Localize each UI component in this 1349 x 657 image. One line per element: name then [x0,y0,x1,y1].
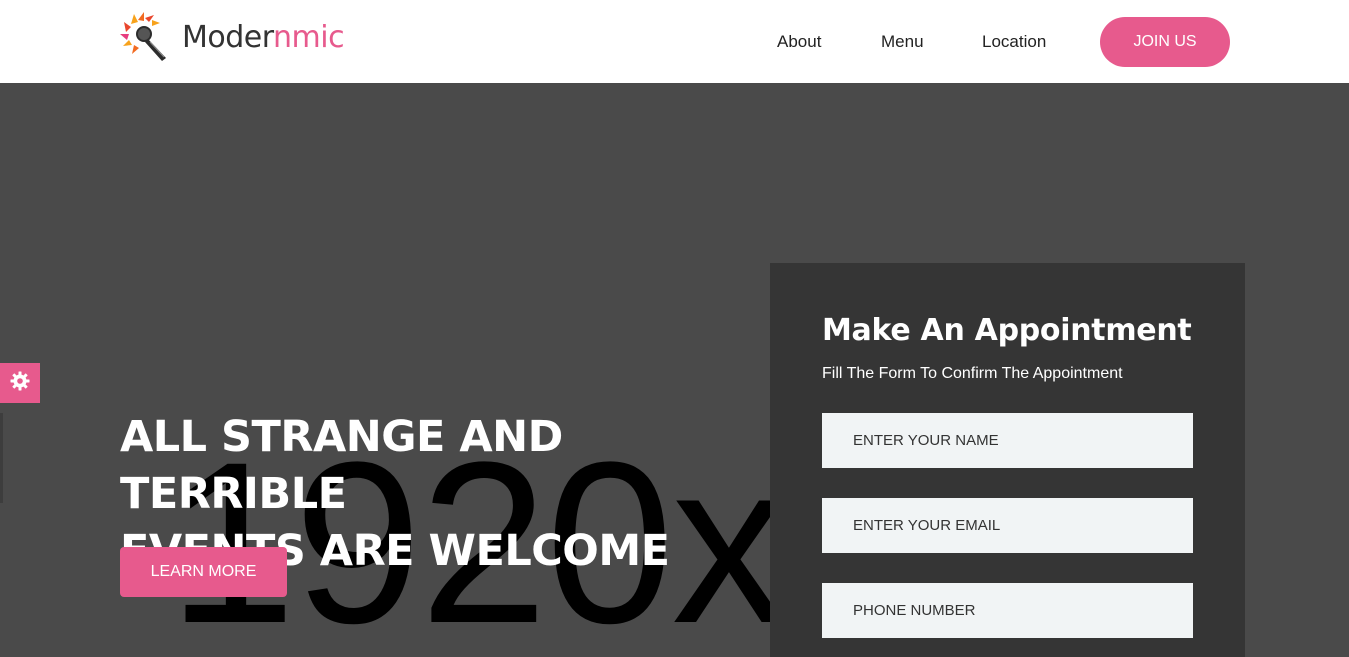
nav-item-location[interactable]: Location [982,32,1046,52]
name-input[interactable] [822,413,1193,468]
appointment-subtitle: Fill The Form To Confirm The Appointment [822,365,1123,382]
nav-item-about[interactable]: About [777,32,821,52]
brand-name: Modernmic [182,19,345,55]
gear-icon [10,371,30,396]
appointment-title: Make An Appointment [822,313,1192,348]
hero-edge-divider [0,413,3,503]
settings-toggle-button[interactable] [0,363,40,403]
appointment-panel: Make An Appointment Fill The Form To Con… [770,263,1245,657]
nav-item-menu[interactable]: Menu [881,32,924,52]
hero-section: 1920x850 ALL STRANGE AND TERRIBLE EVENTS… [0,83,1349,657]
microphone-icon [120,12,172,62]
join-us-button[interactable]: JOIN US [1100,17,1230,67]
learn-more-button[interactable]: LEARN MORE [120,547,287,597]
logo[interactable]: Modernmic [120,12,345,62]
hero-headline-line-1: ALL STRANGE AND TERRIBLE [120,412,563,519]
email-input[interactable] [822,498,1193,553]
site-header: Modernmic About Menu Location JOIN US [0,0,1349,83]
phone-input[interactable] [822,583,1193,638]
